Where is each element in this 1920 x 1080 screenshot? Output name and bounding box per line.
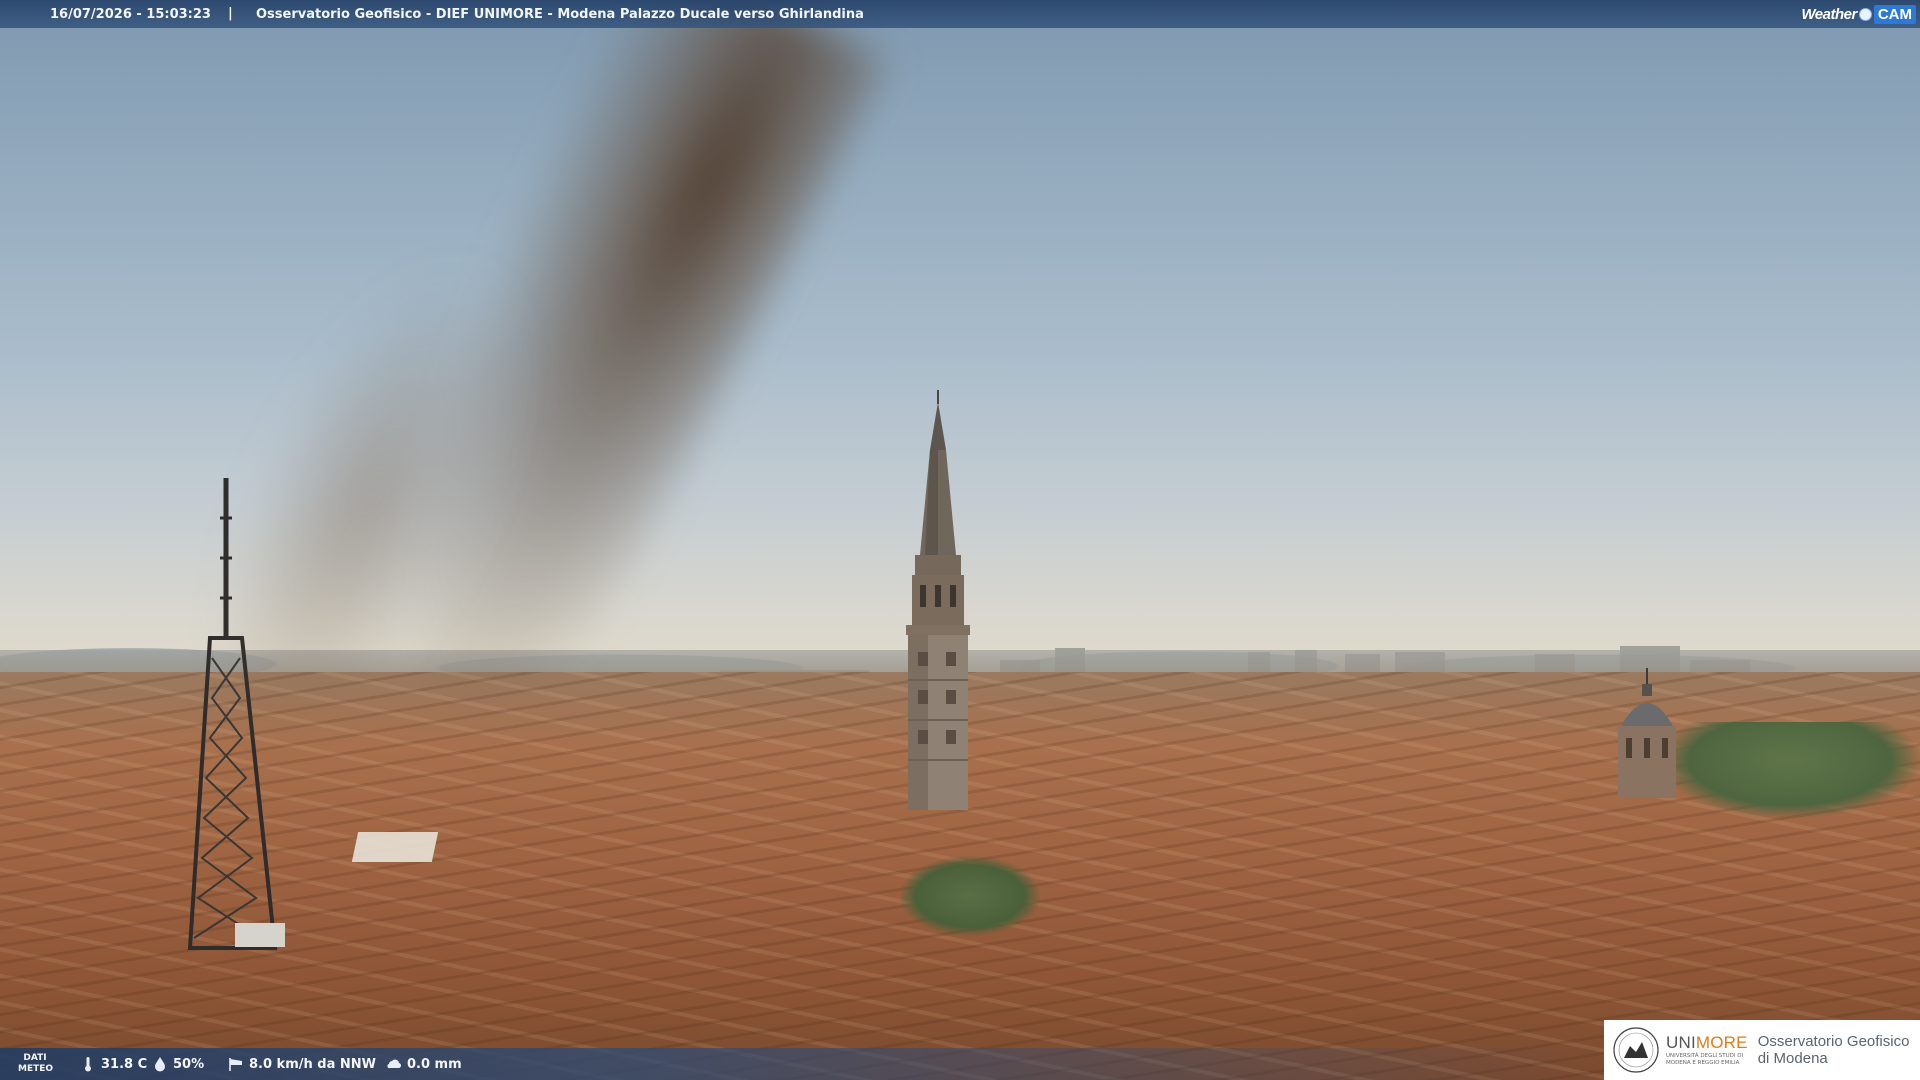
brand-weather: Weather — [1801, 5, 1857, 23]
temperature-readout: 31.8 C — [80, 1056, 147, 1072]
temperature-value: 31.8 C — [101, 1056, 148, 1072]
caption-bar: 16/07/2026 - 15:03:23 | Osservatorio Geo… — [0, 0, 1920, 28]
weathercam-logo: Weather CAM — [1801, 3, 1916, 25]
camera-lens-icon — [1858, 7, 1872, 21]
humidity-value: 50% — [173, 1056, 205, 1072]
meteo-label-line2: METEO — [18, 1064, 54, 1074]
trees-cluster — [900, 856, 1040, 936]
caption-separator: | — [228, 6, 233, 21]
church-dome — [1618, 668, 1676, 798]
wind-sock-icon — [229, 1058, 242, 1071]
rain-readout: 0.0 mm — [386, 1056, 462, 1072]
meteo-label-line1: DATI — [23, 1053, 47, 1063]
wind-readout: 8.0 km/h da NNW — [228, 1056, 376, 1072]
humidity-drop-icon — [155, 1057, 165, 1072]
trees-cluster — [1660, 722, 1920, 818]
observatory-logo: UNIMORE UNIVERSITÀ DEGLI STUDI DI MODENA… — [1604, 1020, 1920, 1080]
observatory-name: Osservatorio Geofisico di Modena — [1758, 1033, 1910, 1067]
unimore-wordmark: UNIMORE UNIVERSITÀ DEGLI STUDI DI MODENA… — [1666, 1033, 1748, 1067]
skylight-roof — [351, 832, 439, 862]
observatory-name-line2: di Modena — [1757, 1050, 1828, 1067]
wind-value: 8.0 km/h da NNW — [249, 1056, 376, 1072]
camera-title: Osservatorio Geofisico - DIEF UNIMORE - … — [256, 7, 864, 22]
uni-subtitle: UNIVERSITÀ DEGLI STUDI DI MODENA E REGGI… — [1666, 1053, 1744, 1066]
meteo-bar: DATI METEO 31.8 C 50% 8.0 km/h da NNW 0.… — [0, 1048, 1600, 1080]
webcam-image — [0, 0, 1920, 1080]
rain-value: 0.0 mm — [407, 1056, 462, 1072]
brand-cam: CAM — [1873, 4, 1916, 24]
observatory-name-line1: Osservatorio Geofisico — [1757, 1033, 1910, 1050]
uni-part1: UNI — [1666, 1033, 1696, 1052]
meteo-label: DATI METEO — [18, 1053, 54, 1075]
uni-part2: MORE — [1695, 1033, 1748, 1052]
timestamp: 16/07/2026 - 15:03:23 — [50, 7, 211, 22]
university-seal-icon — [1613, 1027, 1659, 1073]
humidity-readout: 50% — [152, 1056, 204, 1072]
ghirlandina-tower — [906, 390, 970, 810]
rain-cloud-icon — [387, 1059, 402, 1069]
thermometer-icon — [85, 1057, 91, 1072]
